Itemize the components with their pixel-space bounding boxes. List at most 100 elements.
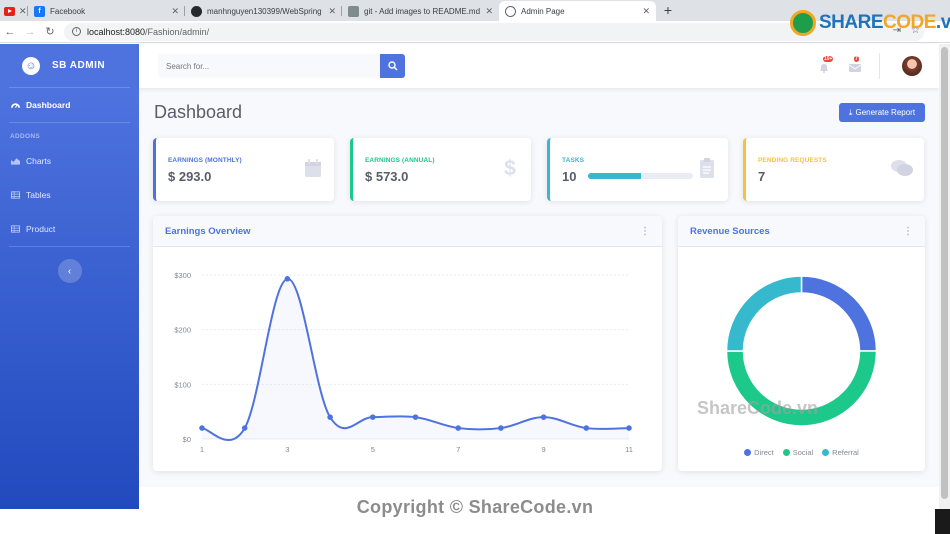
sidebar: ☺ SB ADMIN Dashboard ADDONS Charts Table…: [0, 44, 139, 509]
data-point[interactable]: [241, 425, 248, 431]
tasks-progress-bar: [588, 173, 693, 179]
y-tick-label: $100: [174, 380, 191, 389]
close-tab-icon[interactable]: ✕: [642, 6, 650, 17]
new-tab-button[interactable]: +: [656, 1, 680, 21]
chevron-left-icon: ‹: [67, 265, 72, 277]
x-tick-label: 1: [200, 445, 204, 454]
card-header: Earnings Overview ⋮: [153, 216, 662, 247]
url-host: localhost:8080: [87, 26, 146, 37]
more-options-icon[interactable]: ⋮: [640, 226, 650, 237]
sidebar-item-label: Dashboard: [26, 100, 71, 110]
legend-label: Direct: [754, 448, 774, 457]
chart-legend: Direct Social Referral: [678, 448, 925, 457]
x-tick-label: 9: [542, 445, 546, 454]
download-icon: ⤓: [848, 107, 853, 117]
tasks-progress-fill: [588, 173, 641, 179]
data-point[interactable]: [626, 425, 632, 431]
avatar[interactable]: [902, 56, 922, 76]
envelope-icon: [848, 64, 862, 72]
github-icon: [191, 5, 202, 17]
url-path: /Fashion/admin/: [145, 26, 210, 37]
data-point[interactable]: [583, 425, 590, 431]
tab-youtube[interactable]: ✕: [0, 1, 28, 21]
sidebar-item-label: Product: [26, 224, 56, 234]
legend-dot: [744, 449, 752, 456]
close-tab-icon[interactable]: ✕: [485, 6, 493, 17]
data-point[interactable]: [370, 414, 376, 420]
data-point[interactable]: [498, 425, 504, 431]
close-tab-icon[interactable]: ✕: [328, 6, 336, 17]
sidebar-item-label: Charts: [26, 156, 52, 166]
data-point[interactable]: [455, 425, 462, 431]
y-tick-label: $200: [174, 326, 191, 335]
sidebar-heading: ADDONS: [10, 133, 40, 140]
data-point[interactable]: [412, 414, 419, 420]
back-icon[interactable]: ←: [0, 26, 20, 38]
data-point[interactable]: [284, 276, 291, 282]
legend-item-social: Social: [782, 448, 814, 457]
legend-label: Social: [792, 448, 814, 457]
clipboard-icon: [700, 158, 714, 178]
more-options-icon[interactable]: ⋮: [903, 226, 913, 237]
close-tab-icon[interactable]: ✕: [19, 6, 27, 17]
forward-icon[interactable]: →: [20, 26, 40, 38]
facebook-icon: f: [34, 5, 45, 17]
reload-icon[interactable]: ↻: [40, 25, 60, 38]
data-point[interactable]: [540, 414, 547, 420]
content-wrapper: 10+ 7 Dashboard ⤓ Generate Report EARNIN…: [139, 44, 939, 487]
tab-git[interactable]: git - Add images to README.md ✕: [342, 1, 499, 21]
stat-value: $ 293.0: [168, 169, 212, 184]
legend-dot: [822, 449, 830, 456]
search-icon: [387, 61, 398, 71]
legend-item-direct: Direct: [744, 448, 774, 457]
topbar-divider: [879, 53, 880, 79]
brand-text: SB ADMIN: [52, 60, 106, 71]
search-input[interactable]: [158, 54, 380, 78]
search-button[interactable]: [380, 54, 405, 78]
sidebar-toggle-button[interactable]: ‹: [57, 259, 82, 283]
stat-label: TASKS: [562, 157, 585, 164]
scrollbar-thumb[interactable]: [941, 47, 948, 499]
generate-report-button[interactable]: ⤓ Generate Report: [839, 103, 925, 122]
sidebar-item-product[interactable]: Product: [0, 212, 139, 246]
donut-slice-referral[interactable]: [725, 275, 803, 352]
earnings-overview-card: Earnings Overview ⋮ $0 $100 $200 $300 1 3 5 7 9 1…: [153, 216, 662, 471]
data-point[interactable]: [327, 414, 333, 420]
page-scrollbar[interactable]: [939, 44, 950, 509]
comments-icon: [891, 160, 913, 176]
card-header: Revenue Sources ⋮: [678, 216, 925, 247]
tab-title: git - Add images to README.md: [364, 6, 481, 16]
sidebar-divider: [9, 246, 130, 247]
info-icon[interactable]: i: [72, 27, 81, 36]
tab-admin-page[interactable]: Admin Page ✕: [499, 1, 656, 21]
messages-dropdown[interactable]: 7: [848, 56, 862, 72]
sidebar-item-label: Tables: [26, 190, 51, 200]
close-tab-icon[interactable]: ✕: [171, 6, 179, 17]
git-icon: [348, 5, 359, 17]
legend-dot: [782, 449, 790, 456]
stat-label: EARNINGS (MONTHLY): [168, 157, 242, 164]
donut-slice-direct[interactable]: [800, 275, 878, 352]
earnings-annual-card: EARNINGS (ANNUAL) $ 573.0 $: [350, 138, 531, 201]
alerts-badge: 10+: [823, 56, 834, 62]
data-point[interactable]: [199, 425, 205, 431]
table-icon: [11, 225, 20, 233]
sidebar-item-tables[interactable]: Tables: [0, 178, 139, 212]
sidebar-item-dashboard[interactable]: Dashboard: [0, 88, 139, 122]
tab-github[interactable]: manhnguyen130399/WebSpring ✕: [185, 1, 342, 21]
stat-value: 7: [758, 169, 766, 184]
stat-label: PENDING REQUESTS: [758, 157, 827, 164]
alerts-dropdown[interactable]: 10+: [818, 56, 834, 73]
pending-requests-card: PENDING REQUESTS 7: [743, 138, 924, 201]
y-tick-label: $300: [174, 271, 191, 280]
sidebar-item-charts[interactable]: Charts: [0, 144, 139, 178]
tab-title: manhnguyen130399/WebSpring: [207, 6, 322, 16]
sidebar-brand[interactable]: ☺ SB ADMIN: [0, 44, 139, 87]
sharecode-logo: SHARECODE.vn: [790, 10, 950, 36]
legend-item-referral: Referral: [822, 448, 859, 457]
bell-icon: [820, 64, 828, 73]
tab-title: Facebook: [50, 6, 86, 16]
x-tick-label: 11: [625, 445, 633, 454]
tab-facebook[interactable]: f Facebook ✕: [28, 1, 185, 21]
generate-report-label: Generate Report: [855, 108, 916, 117]
